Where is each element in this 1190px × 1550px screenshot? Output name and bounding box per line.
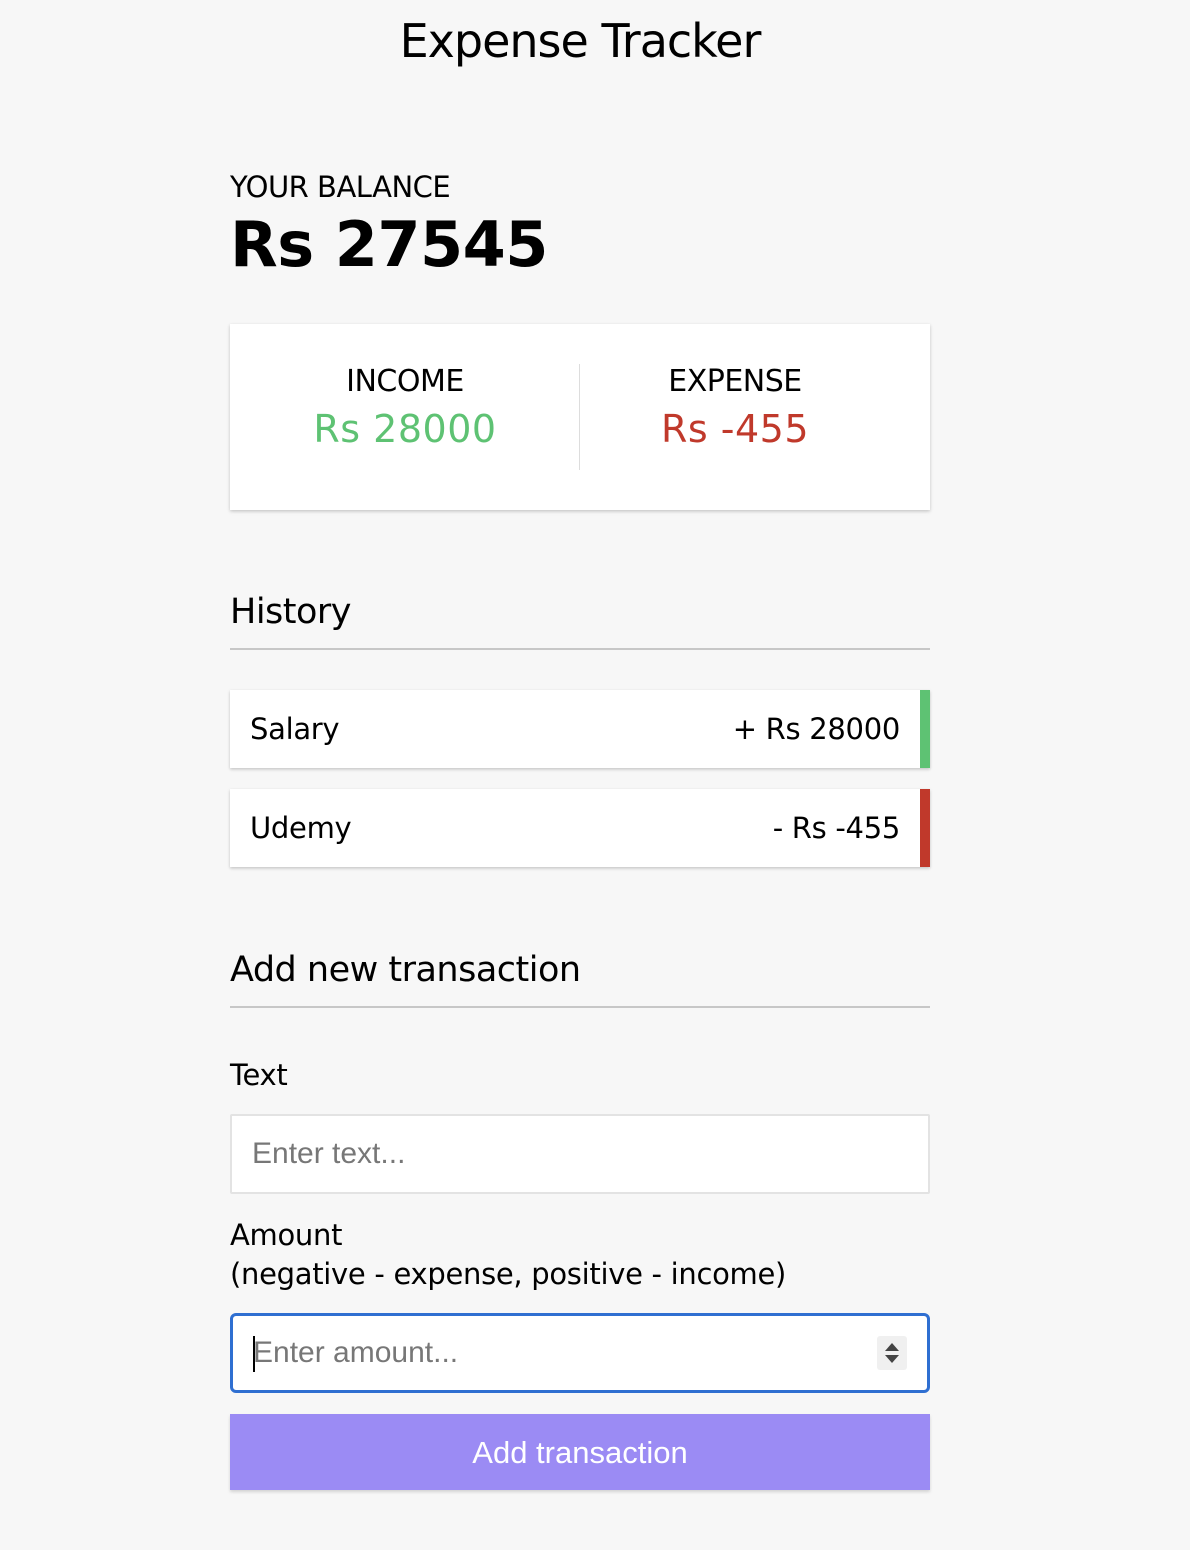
expense-value: Rs -455 [660,407,810,451]
amount-label-hint: (negative - expense, positive - income) [230,1257,787,1291]
transaction-amount: - Rs -455 [772,811,901,845]
amount-field-label: Amount (negative - expense, positive - i… [230,1216,786,1294]
add-transaction-button[interactable]: Add transaction [230,1414,930,1490]
text-input[interactable] [252,1116,872,1192]
balance-value: Rs 27545 [230,208,548,281]
income-column: INCOME Rs 28000 [230,364,580,451]
amount-input[interactable] [253,1316,873,1390]
history-heading: History [230,592,930,650]
list-item[interactable]: Udemy - Rs -455 [230,789,930,867]
income-expense-card: INCOME Rs 28000 EXPENSE Rs -455 [230,324,930,510]
income-value: Rs 28000 [313,407,497,451]
text-caret [253,1336,255,1372]
expense-label: EXPENSE [668,364,802,399]
expense-column: EXPENSE Rs -455 [580,364,890,451]
transaction-text: Udemy [250,811,352,845]
amount-input-wrapper [230,1313,930,1393]
income-label: INCOME [346,364,464,399]
list-item[interactable]: Salary + Rs 28000 [230,690,930,768]
transaction-amount: + Rs 28000 [732,712,901,746]
text-field-label: Text [230,1058,288,1092]
chevron-down-icon[interactable] [885,1355,899,1363]
number-spinner[interactable] [877,1336,907,1370]
transaction-text: Salary [250,712,340,746]
add-transaction-heading: Add new transaction [230,950,930,1008]
text-input-wrapper [230,1114,930,1194]
chevron-up-icon[interactable] [885,1343,899,1351]
page-title: Expense Tracker [399,14,762,68]
balance-label: YOUR BALANCE [230,170,451,204]
amount-label-title: Amount [230,1218,343,1252]
